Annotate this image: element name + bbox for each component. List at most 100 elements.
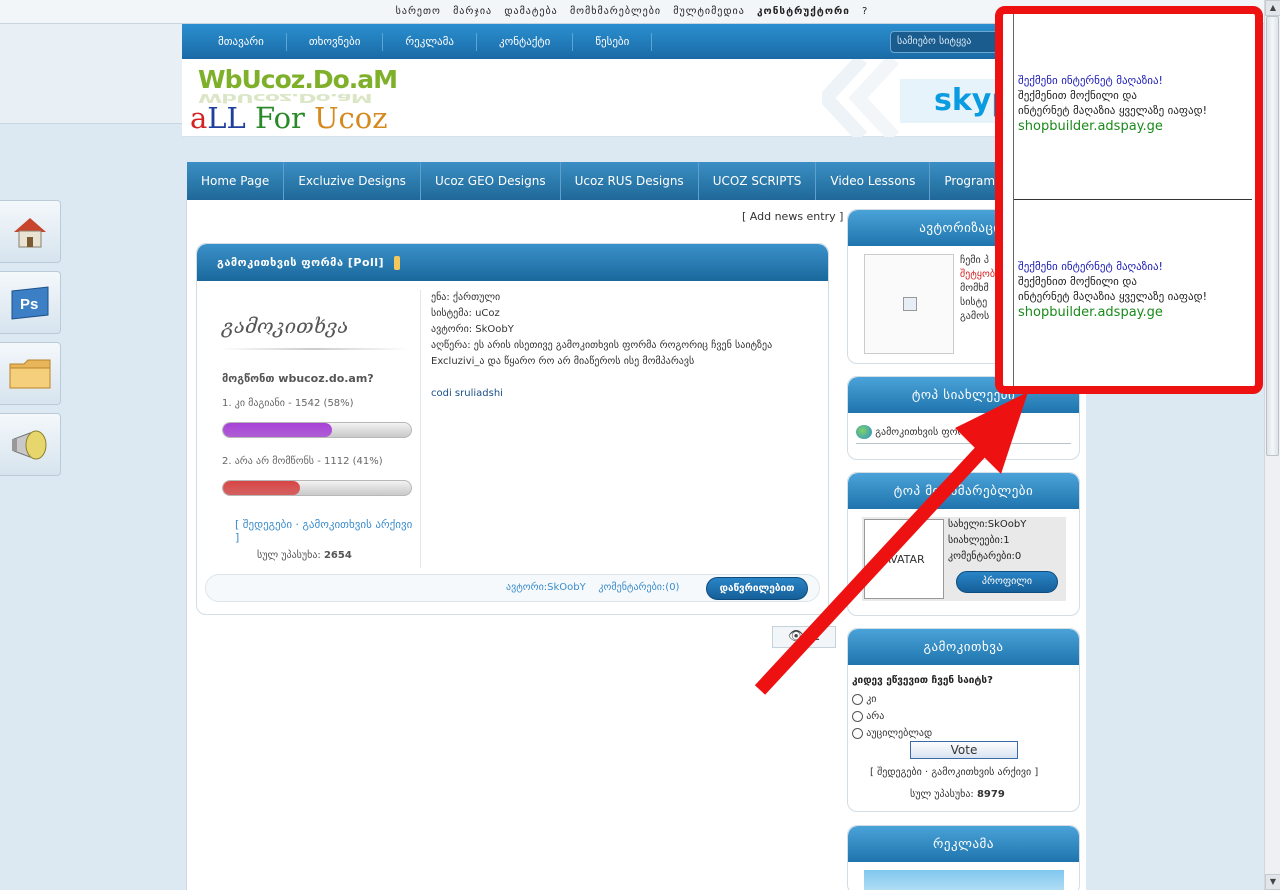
- user-name: სახელი:SkOobY: [948, 519, 1027, 530]
- poll-radio-yes[interactable]: კი: [852, 691, 932, 708]
- pin-icon: [394, 256, 401, 270]
- header-chevron-decoration: [822, 59, 900, 137]
- code-link[interactable]: codi sruliadshi: [431, 386, 772, 402]
- scroll-up-arrow-icon[interactable]: ▲: [1265, 0, 1280, 16]
- add-news-entry-link[interactable]: [ Add news entry ]: [742, 210, 843, 223]
- eye-icon[interactable]: 👁: [788, 629, 805, 644]
- info-description: აღწერა: ეს არის ისეთივე გამოკითხვის ფორმ…: [431, 340, 773, 351]
- scroll-down-arrow-icon[interactable]: ▼: [1265, 874, 1280, 890]
- poll-total-value: 2654: [323, 550, 352, 561]
- info-language: ენა: ქართული: [431, 292, 501, 303]
- mainnav-video-lessons[interactable]: Video Lessons: [816, 162, 931, 200]
- ads-block: რეკლამა: [847, 825, 1080, 890]
- topnav-contact[interactable]: კონტაქტი: [477, 32, 574, 51]
- left-gutter-top: [0, 24, 182, 124]
- photoshop-icon[interactable]: Ps: [0, 271, 61, 334]
- sidebar-poll-question: კიდევ ეწვევით ჩვენ საიტს?: [852, 675, 993, 686]
- poll-bar-2: [222, 480, 412, 496]
- broken-image-icon: [903, 297, 917, 311]
- info-author: ავტორი: SkOobY: [431, 324, 514, 335]
- topnav-requests[interactable]: თხოვნები: [287, 32, 384, 51]
- folder-icon[interactable]: [0, 342, 61, 405]
- post-title[interactable]: გამოკითხვის ფორმა [Poll]: [217, 256, 384, 269]
- user-comments-count: კომენტარები:0: [948, 551, 1022, 562]
- ad-1-text-1: შექმენით მოქნილი და: [1018, 89, 1137, 102]
- poll-option-2: 2. არა არ მომწონს - 1112 (41%): [222, 456, 383, 467]
- auth-link-system[interactable]: სისტე: [960, 296, 995, 310]
- poll-radio-no[interactable]: არა: [852, 708, 932, 725]
- profile-button[interactable]: პროფილი: [956, 571, 1058, 593]
- ad-2-headline[interactable]: შექმენი ინტერნეტ მაღაზია!: [1018, 260, 1163, 273]
- radio-icon[interactable]: [852, 727, 863, 739]
- top-link-multimedia[interactable]: მულტიმედია: [673, 6, 745, 17]
- site-header: WbUcoz.Do.aM WbUcoz.Do.aM aLL For Ucoz s…: [182, 59, 1012, 137]
- topnav-rules[interactable]: წესები: [573, 32, 653, 51]
- ad-1-headline[interactable]: შექმენი ინტერნეტ მაღაზია!: [1018, 74, 1163, 87]
- chat-bubbles-icon: [856, 425, 872, 439]
- ad-banner-image[interactable]: [864, 870, 1064, 890]
- ad-2-url[interactable]: shopbuilder.adspay.ge: [1018, 305, 1163, 320]
- poll-radio-definitely[interactable]: აუცილებლად: [852, 725, 932, 742]
- topnav-home[interactable]: მთავარი: [196, 32, 287, 51]
- logo-bottom-text[interactable]: aLL For Ucoz: [190, 101, 388, 135]
- auth-link-users[interactable]: მომხმ: [960, 282, 995, 296]
- search-input[interactable]: სამიებო სიტყვა: [890, 30, 1000, 53]
- ad-cell-1[interactable]: შექმენი ინტერნეტ მაღაზია! შექმენით მოქნი…: [1014, 14, 1252, 200]
- top-link-news[interactable]: სარეთო: [396, 6, 441, 17]
- poll-title: გამოკითხვა: [222, 314, 349, 338]
- radio-icon[interactable]: [852, 693, 863, 705]
- top-link-add[interactable]: დამატება: [504, 6, 557, 17]
- logo-word-for: For: [245, 101, 315, 135]
- ad-2-text-2: ინტერნეტ მაღაზია ყველაზე იაფად!: [1018, 290, 1208, 303]
- top-navigation: მთავარი თხოვნები რეკლამა კონტაქტი წესები…: [182, 24, 1012, 59]
- ad-cell-2[interactable]: შექმენი ინტერნეტ მაღაზია! შექმენით მოქნი…: [1014, 200, 1252, 386]
- poll-question: მოგწონთ wbucoz.do.am?: [222, 372, 374, 385]
- mainnav-home-page[interactable]: Home Page: [187, 162, 285, 200]
- post-author-link[interactable]: ავტორი:SkOobY: [506, 582, 586, 593]
- megaphone-icon[interactable]: [0, 413, 61, 476]
- user-news-count: სიახლეები:1: [948, 535, 1010, 546]
- auth-link-my-page[interactable]: ჩემი პ: [960, 254, 995, 268]
- ad-popup-inner: შექმენი ინტერნეტ მაღაზია! შექმენით მოქნი…: [1013, 14, 1252, 386]
- sidebar-poll-archive-link[interactable]: [ შედეგები · გამოკითხვის არქივი ]: [870, 767, 1038, 778]
- poll-archive-link[interactable]: [ შედეგები · გამოკითხვის არქივი ]: [235, 518, 420, 544]
- list-icon[interactable]: ☰: [809, 629, 821, 644]
- poll-preview: გამოკითხვა მოგწონთ wbucoz.do.am? 1. კი მ…: [207, 290, 421, 568]
- auth-avatar-placeholder: [864, 254, 954, 354]
- home-icon[interactable]: [0, 200, 61, 263]
- read-more-button[interactable]: დაწვრილებით: [706, 577, 808, 600]
- main-navigation: Home Page Excluzive Designs Ucoz GEO Des…: [187, 162, 1017, 200]
- sidebar-poll-total: სულ უპასუხა: 8979: [910, 789, 1005, 800]
- post-comments-link[interactable]: კომენტარები:(0): [598, 582, 679, 593]
- top-link-constructor[interactable]: კონსტრუქტორი: [757, 6, 850, 17]
- post-title-bar: გამოკითხვის ფორმა [Poll]: [197, 244, 828, 281]
- logo-word-ucoz: Ucoz: [314, 101, 388, 135]
- mainnav-excluzive-designs[interactable]: Excluzive Designs: [284, 162, 421, 200]
- info-system: სისტემა: uCoz: [431, 308, 500, 319]
- poll-total: სულ უპასუხა: 2654: [257, 550, 352, 561]
- view-mode-icons[interactable]: 👁 ☰: [772, 626, 836, 648]
- ad-1-url[interactable]: shopbuilder.adspay.ge: [1018, 119, 1163, 134]
- top-link-management[interactable]: მარჯია: [453, 6, 492, 17]
- radio-icon[interactable]: [852, 710, 863, 722]
- avatar[interactable]: AVATAR: [864, 519, 944, 599]
- svg-text:Ps: Ps: [20, 296, 38, 313]
- news-post: გამოკითხვის ფორმა [Poll] გამოკითხვა მოგწ…: [196, 243, 829, 615]
- auth-link-logout[interactable]: გამოს: [960, 310, 995, 324]
- vote-button[interactable]: Vote: [910, 741, 1018, 759]
- top-link-users[interactable]: მომხმარებლები: [570, 6, 661, 17]
- topnav-ads[interactable]: რეკლამა: [383, 32, 477, 51]
- top-link-help[interactable]: ?: [862, 6, 868, 17]
- mainnav-ucoz-rus-designs[interactable]: Ucoz RUS Designs: [561, 162, 699, 200]
- vertical-scrollbar[interactable]: ▲ ▼: [1264, 0, 1280, 890]
- info-description-2: Excluzivi_ა და წყარო რო არ მიაწეროს ისე …: [431, 356, 695, 367]
- mainnav-ucoz-scripts[interactable]: UCOZ SCRIPTS: [699, 162, 817, 200]
- poll-radio-definitely-label: აუცილებლად: [866, 728, 933, 739]
- poll-bar-1: [222, 422, 412, 438]
- ad-1-text-2: ინტერნეტ მაღაზია ყველაზე იაფად!: [1018, 104, 1208, 117]
- top-users-title: ტოპ მომხმარებლები: [848, 473, 1079, 509]
- mainnav-ucoz-geo-designs[interactable]: Ucoz GEO Designs: [421, 162, 561, 200]
- scrollbar-thumb[interactable]: [1266, 16, 1279, 456]
- auth-link-messages[interactable]: შეტყობ: [960, 268, 995, 282]
- top-news-item[interactable]: გამოკითხვის ფორმა [Poll]: [856, 425, 1071, 444]
